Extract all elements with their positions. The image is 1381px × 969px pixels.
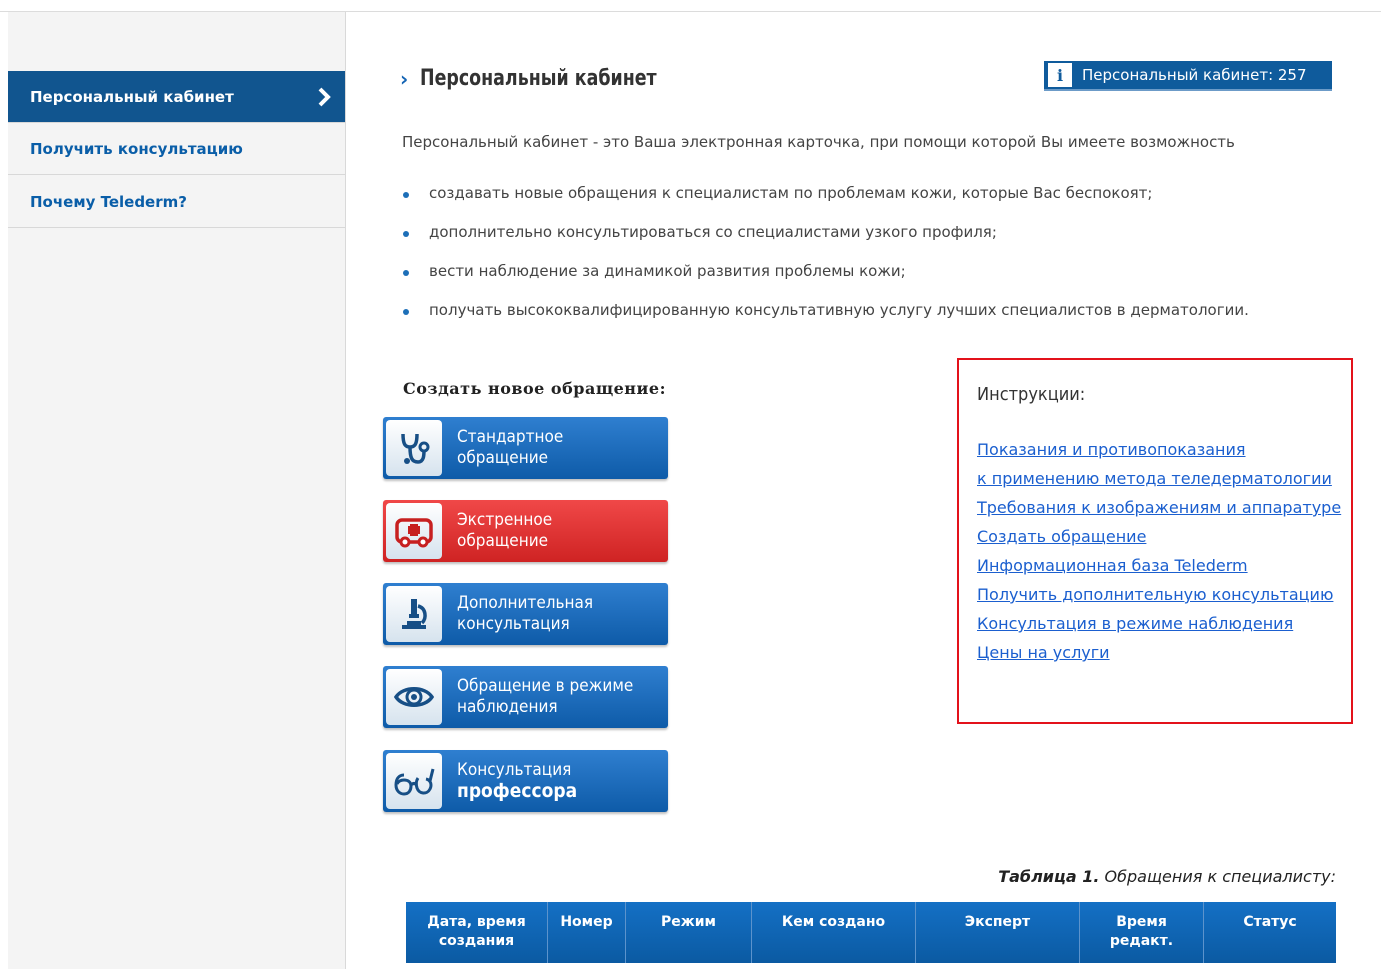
create-request-heading: Создать новое обращение: xyxy=(403,379,666,398)
table-caption-text: Обращения к специалисту: xyxy=(1099,867,1336,886)
list-item: дополнительно консультироваться со специ… xyxy=(402,221,1249,260)
instructions-links: Показания и противопоказания к применени… xyxy=(977,440,1341,672)
column-header-line2: создания xyxy=(438,933,515,949)
table-caption: Таблица 1. Обращения к специалисту: xyxy=(998,867,1336,886)
cabinet-count-badge: i Персональный кабинет: 257 xyxy=(1044,61,1332,91)
emergency-request-button[interactable]: Экстренное обращение xyxy=(383,500,668,562)
requests-table-header: Дата, время создания Номер Режим Кем соз… xyxy=(406,902,1336,963)
column-header-line1: Время xyxy=(1116,914,1167,930)
button-label-line2: наблюдения xyxy=(457,697,558,717)
badge-text: Персональный кабинет: 257 xyxy=(1082,66,1307,84)
page-title: Персональный кабинет xyxy=(420,66,657,91)
column-header-number[interactable]: Номер xyxy=(548,902,626,963)
instruction-link-teledermatology[interactable]: к применению метода теледерматологии xyxy=(977,469,1341,498)
stethoscope-icon xyxy=(386,420,442,476)
button-label-line1: Экстренное xyxy=(457,510,553,530)
list-item: получать высококвалифицированную консуль… xyxy=(402,299,1249,338)
sidebar-item-label: Персональный кабинет xyxy=(30,87,234,106)
additional-consultation-button[interactable]: Дополнительная консультация xyxy=(383,583,668,645)
button-label-line1: Консультация xyxy=(457,760,572,780)
column-header-line1: Кем создано xyxy=(781,914,886,930)
column-header-created[interactable]: Дата, время создания xyxy=(406,902,548,963)
instructions-panel: Инструкции: Показания и противопоказания… xyxy=(957,358,1353,724)
professor-consultation-button[interactable]: Консультация профессора xyxy=(383,750,668,812)
sidebar: Персональный кабинет Получить консультац… xyxy=(8,12,346,969)
column-header-line1: Режим xyxy=(661,914,716,930)
column-header-mode[interactable]: Режим xyxy=(626,902,752,963)
observation-request-button[interactable]: Обращение в режиме наблюдения xyxy=(383,666,668,728)
list-item: создавать новые обращения к специалистам… xyxy=(402,182,1249,221)
button-label-line1: Стандартное xyxy=(457,427,564,447)
glasses-icon xyxy=(386,753,442,809)
table-caption-number: Таблица 1. xyxy=(998,867,1100,886)
sidebar-item-personal-cabinet[interactable]: Персональный кабинет xyxy=(8,71,345,123)
instructions-title: Инструкции: xyxy=(977,384,1086,405)
sidebar-item-why-telederm[interactable]: Почему Telederm? xyxy=(8,176,345,228)
column-header-line1: Эксперт xyxy=(964,914,1031,930)
button-label-line1: Дополнительная xyxy=(457,593,594,613)
instruction-link-indications[interactable]: Показания и противопоказания xyxy=(977,440,1341,469)
column-header-edit-time[interactable]: Время редакт. xyxy=(1080,902,1204,963)
column-header-created-by[interactable]: Кем создано xyxy=(752,902,916,963)
instruction-link-observation[interactable]: Консультация в режиме наблюдения xyxy=(977,614,1341,643)
column-header-expert[interactable]: Эксперт xyxy=(916,902,1080,963)
instruction-link-additional-consultation[interactable]: Получить дополнительную консультацию xyxy=(977,585,1341,614)
column-header-line1: Номер xyxy=(560,914,613,930)
button-label-line2: консультация xyxy=(457,614,570,634)
button-label-line2: обращение xyxy=(457,448,549,468)
intro-text: Персональный кабинет - это Ваша электрон… xyxy=(402,133,1235,151)
instruction-link-image-requirements[interactable]: Требования к изображениям и аппаратуре xyxy=(977,498,1341,527)
sidebar-item-get-consultation[interactable]: Получить консультацию xyxy=(8,123,345,175)
feature-list: создавать новые обращения к специалистам… xyxy=(402,182,1249,338)
column-header-line1: Дата, время xyxy=(427,914,526,930)
sidebar-item-label: Почему Telederm? xyxy=(30,192,187,211)
page-header: › Персональный кабинет xyxy=(400,66,689,91)
chevron-right-icon: › xyxy=(400,66,409,91)
instruction-link-create-request[interactable]: Создать обращение xyxy=(977,527,1341,556)
microscope-icon xyxy=(386,586,442,642)
instruction-link-knowledge-base[interactable]: Информационная база Telederm xyxy=(977,556,1341,585)
sidebar-item-label: Получить консультацию xyxy=(30,139,243,158)
chevron-right-icon xyxy=(318,87,331,107)
eye-icon xyxy=(386,669,442,725)
list-item: вести наблюдение за динамикой развития п… xyxy=(402,260,1249,299)
column-header-status[interactable]: Статус xyxy=(1204,902,1336,963)
instruction-link-prices[interactable]: Цены на услуги xyxy=(977,643,1341,672)
column-header-line2: редакт. xyxy=(1109,933,1174,949)
info-icon: i xyxy=(1048,63,1072,87)
column-header-line1: Статус xyxy=(1243,914,1297,930)
button-label-line2: обращение xyxy=(457,531,549,551)
button-label-line1: Обращение в режиме xyxy=(457,676,634,696)
button-label-line2: профессора xyxy=(457,780,578,802)
standard-request-button[interactable]: Стандартное обращение xyxy=(383,417,668,479)
ambulance-icon xyxy=(386,503,442,559)
